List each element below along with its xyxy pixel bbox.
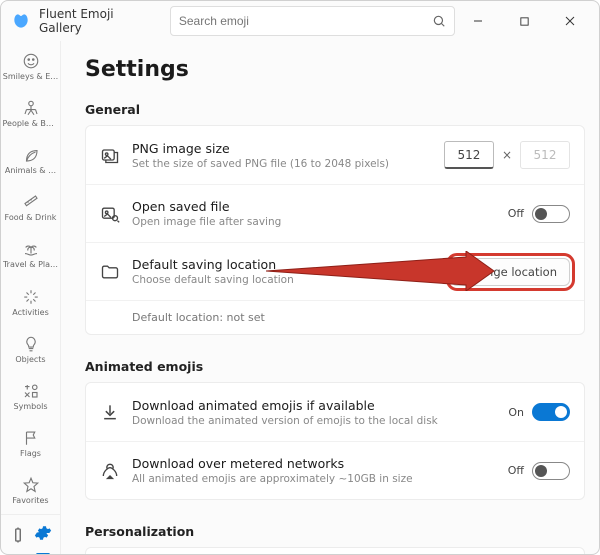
gear-icon[interactable] xyxy=(34,524,52,542)
location-title: Default saving location xyxy=(132,257,439,272)
folder-icon xyxy=(100,262,120,282)
sidebar-bottombar xyxy=(1,514,60,554)
metered-state: Off xyxy=(508,464,524,477)
leaf-icon xyxy=(22,146,40,164)
sidebar-item-symbols[interactable]: Symbols xyxy=(1,373,60,420)
search-icon xyxy=(432,14,446,28)
sidebar-item-food[interactable]: Food & Drink xyxy=(1,184,60,231)
bulb-icon xyxy=(22,335,40,353)
sidebar-item-people[interactable]: People & Bo… xyxy=(1,90,60,137)
png-size-desc: Set the size of saved PNG file (16 to 20… xyxy=(132,158,432,170)
title-bar: Fluent Emoji Gallery xyxy=(1,1,599,41)
image-size-icon xyxy=(100,145,120,165)
metered-desc: All animated emojis are approximately ~1… xyxy=(132,473,496,485)
page-title: Settings xyxy=(85,57,585,82)
section-personalization-title: Personalization xyxy=(85,524,585,539)
star-icon xyxy=(22,476,40,494)
app-window: Fluent Emoji Gallery Smileys & E… xyxy=(0,0,600,555)
download-state: On xyxy=(508,406,524,419)
person-icon xyxy=(22,99,40,117)
png-height-input: 512 xyxy=(520,141,570,169)
location-desc: Choose default saving location xyxy=(132,274,439,286)
row-theme: App theme Select color theme of this app… xyxy=(86,548,584,554)
sidebar-item-smileys[interactable]: Smileys & E… xyxy=(1,43,60,90)
row-metered: Download over metered networks All anima… xyxy=(86,441,584,499)
open-saved-toggle[interactable] xyxy=(532,205,570,223)
row-download-animated: Download animated emojis if available Do… xyxy=(86,383,584,441)
search-box[interactable] xyxy=(170,6,455,36)
smiley-icon xyxy=(22,52,40,70)
minimize-button[interactable] xyxy=(455,5,501,37)
download-title: Download animated emojis if available xyxy=(132,398,496,413)
main-content[interactable]: Settings General PNG image size Set the … xyxy=(61,41,599,554)
sidebar: Smileys & E… People & Bo… Animals & … Fo… xyxy=(1,41,61,554)
download-toggle[interactable] xyxy=(532,403,570,421)
section-general-title: General xyxy=(85,102,585,117)
app-title: Fluent Emoji Gallery xyxy=(39,7,150,35)
food-icon xyxy=(22,193,40,211)
change-location-button[interactable]: Change location xyxy=(451,258,570,286)
symbols-icon xyxy=(22,382,40,400)
open-saved-desc: Open image file after saving xyxy=(132,216,496,228)
sparkle-icon xyxy=(22,288,40,306)
app-icon xyxy=(11,11,31,31)
open-file-icon xyxy=(100,204,120,224)
location-sub: Default location: not set xyxy=(86,300,584,334)
png-width-input[interactable]: 512 xyxy=(444,141,494,169)
search-input[interactable] xyxy=(179,14,432,28)
window-controls xyxy=(455,5,593,37)
info-icon[interactable] xyxy=(9,526,27,544)
download-desc: Download the animated version of emojis … xyxy=(132,415,496,427)
close-button[interactable] xyxy=(547,5,593,37)
personalization-card: App theme Select color theme of this app… xyxy=(85,547,585,554)
metered-title: Download over metered networks xyxy=(132,456,496,471)
general-card: PNG image size Set the size of saved PNG… xyxy=(85,125,585,335)
animated-card: Download animated emojis if available Do… xyxy=(85,382,585,500)
sidebar-item-favorites[interactable]: Favorites xyxy=(1,467,60,514)
section-animated-title: Animated emojis xyxy=(85,359,585,374)
flag-icon xyxy=(22,429,40,447)
png-size-title: PNG image size xyxy=(132,141,432,156)
open-saved-title: Open saved file xyxy=(132,199,496,214)
sidebar-item-flags[interactable]: Flags xyxy=(1,420,60,467)
sidebar-item-objects[interactable]: Objects xyxy=(1,326,60,373)
row-default-location: Default saving location Choose default s… xyxy=(86,242,584,300)
row-open-saved: Open saved file Open image file after sa… xyxy=(86,184,584,242)
island-icon xyxy=(22,240,40,258)
multiply-symbol: × xyxy=(502,148,512,162)
row-png-size: PNG image size Set the size of saved PNG… xyxy=(86,126,584,184)
maximize-button[interactable] xyxy=(501,5,547,37)
sidebar-item-activities[interactable]: Activities xyxy=(1,278,60,325)
metered-toggle[interactable] xyxy=(532,462,570,480)
network-icon xyxy=(100,461,120,481)
sidebar-item-animals[interactable]: Animals & … xyxy=(1,137,60,184)
sidebar-item-travel[interactable]: Travel & Pla… xyxy=(1,231,60,278)
download-icon xyxy=(100,402,120,422)
open-saved-state: Off xyxy=(508,207,524,220)
